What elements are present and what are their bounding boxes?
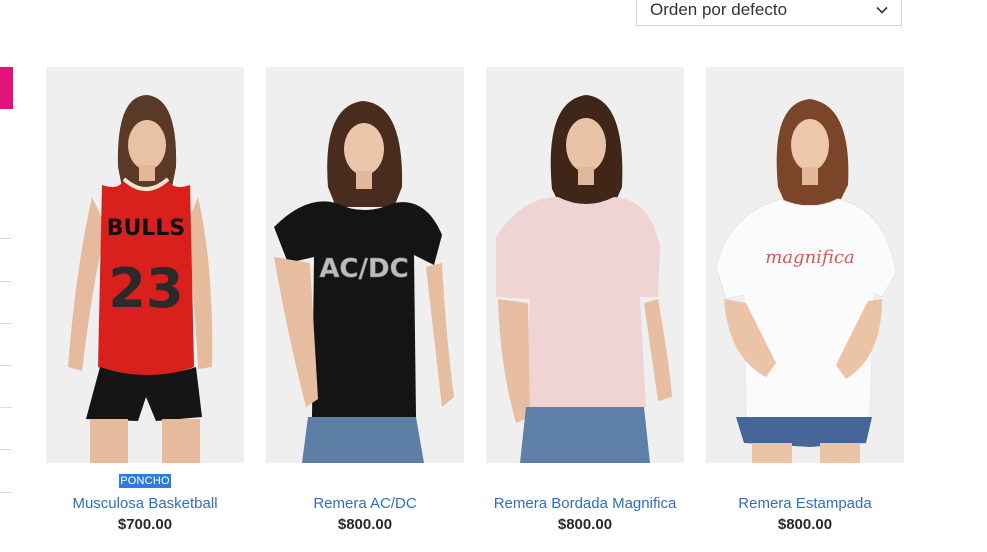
tshirt-print-text: magnifica xyxy=(765,247,855,268)
product-name-link[interactable]: Musculosa Basketball xyxy=(46,495,244,512)
product-category[interactable]: PONCHO xyxy=(46,474,244,491)
product-category xyxy=(486,475,684,491)
sidebar-divider xyxy=(0,281,12,282)
product-image[interactable] xyxy=(486,67,684,463)
sort-select[interactable]: Orden por defecto xyxy=(636,0,902,26)
product-category xyxy=(706,475,904,491)
product-price: $700.00 xyxy=(117,516,173,533)
product-image[interactable]: AC/DC xyxy=(266,67,464,463)
product-card: magnifica Remera Estampada $800.00 xyxy=(706,67,904,533)
sidebar-divider xyxy=(0,323,12,324)
product-price: $800.00 xyxy=(777,516,833,533)
chevron-down-icon xyxy=(876,6,888,14)
product-card: Remera Bordada Magnifica $800.00 xyxy=(486,67,684,533)
product-image[interactable]: magnifica xyxy=(706,67,904,463)
product-image[interactable]: BULLS 23 xyxy=(46,67,244,463)
sidebar-divider xyxy=(0,449,12,450)
tshirt-print-text: AC/DC xyxy=(319,254,408,284)
product-card: BULLS 23 PONCHO Musculosa Basketball $70… xyxy=(46,67,244,533)
sidebar-divider xyxy=(0,365,12,366)
product-name-link[interactable]: Remera Bordada Magnifica xyxy=(486,495,684,512)
product-price: $800.00 xyxy=(557,516,613,533)
sidebar-divider xyxy=(0,492,12,493)
product-category xyxy=(266,475,464,491)
product-name-link[interactable]: Remera AC/DC xyxy=(266,495,464,512)
sidebar-divider xyxy=(0,407,12,408)
jersey-print-text: BULLS xyxy=(107,216,186,241)
sort-select-value: Orden por defecto xyxy=(650,0,788,19)
product-price: $800.00 xyxy=(337,516,393,533)
jersey-number-text: 23 xyxy=(108,257,183,320)
product-name-link[interactable]: Remera Estampada xyxy=(706,495,904,512)
product-card: AC/DC Remera AC/DC $800.00 xyxy=(266,67,464,533)
side-accent-tab[interactable] xyxy=(0,67,13,109)
sidebar-divider xyxy=(0,238,12,239)
